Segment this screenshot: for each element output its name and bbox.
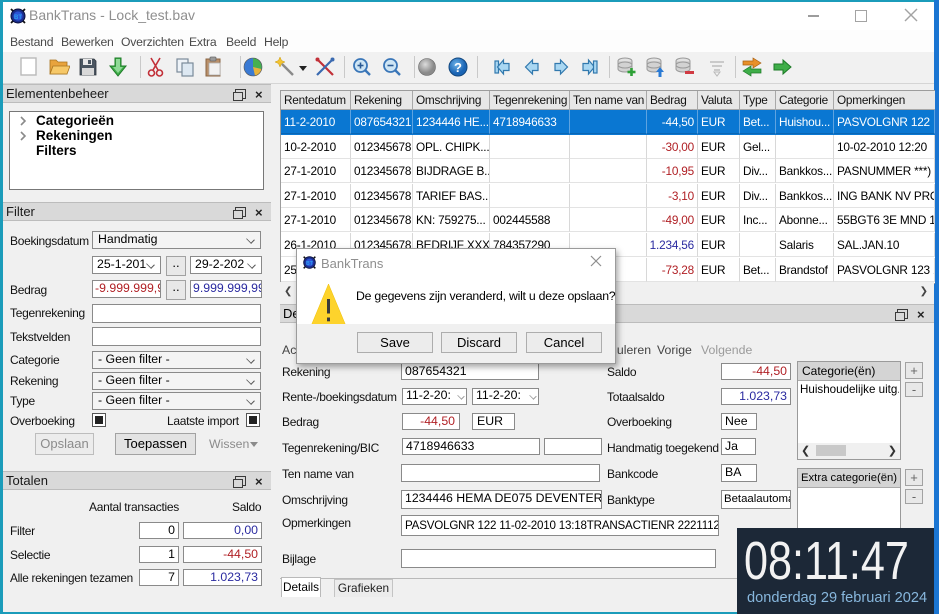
svg-text:?: ? <box>454 60 462 75</box>
svg-text:BT: BT <box>306 261 313 267</box>
svg-text:BT: BT <box>14 15 22 21</box>
